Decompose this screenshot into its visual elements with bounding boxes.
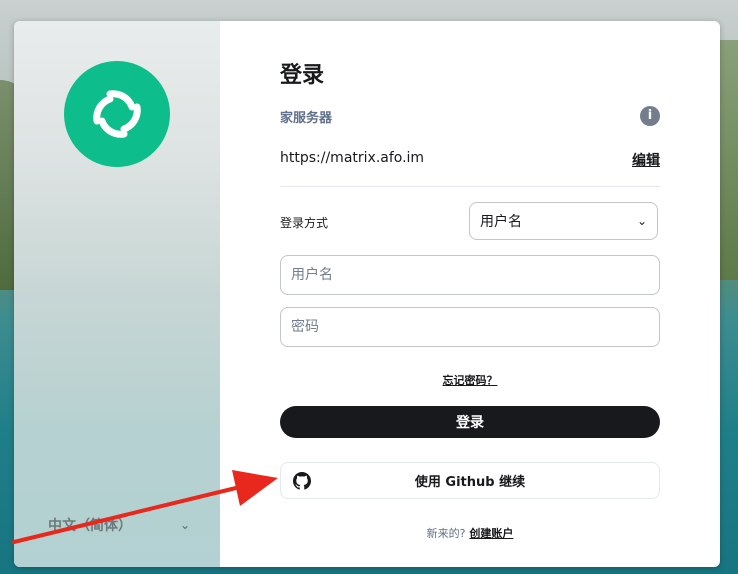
login-method-value: 用户名: [480, 214, 522, 230]
element-logo-icon: [64, 61, 170, 167]
github-sso-button[interactable]: 使用 Github 继续: [280, 462, 660, 499]
login-method-label: 登录方式: [280, 216, 329, 230]
divider: [280, 186, 660, 187]
edit-homeserver-link[interactable]: 编辑: [632, 150, 660, 170]
homeserver-url: https://matrix.afo.im: [280, 150, 425, 166]
github-icon: [293, 472, 311, 490]
language-selector[interactable]: 中文（简体） ⌄: [48, 515, 190, 535]
create-account-row: 新来的? 创建账户: [280, 525, 660, 541]
page-title: 登录: [280, 63, 325, 88]
forgot-password-link[interactable]: 忘记密码？: [280, 372, 660, 388]
new-user-prompt: 新来的?: [426, 527, 466, 540]
background-hill-right: [718, 40, 738, 280]
login-method-select[interactable]: 用户名 ⌄: [469, 202, 658, 240]
password-input[interactable]: [280, 307, 660, 347]
auth-card-side: 中文（简体） ⌄: [14, 21, 220, 567]
chevron-down-icon: ⌄: [636, 214, 647, 228]
info-icon[interactable]: i: [640, 106, 660, 126]
username-input[interactable]: [280, 255, 660, 295]
chevron-down-icon: ⌄: [179, 518, 190, 532]
login-button[interactable]: 登录: [280, 406, 660, 438]
homeserver-label: 家服务器: [280, 111, 333, 126]
language-label: 中文（简体）: [48, 518, 132, 534]
auth-card: 中文（简体） ⌄ 登录 家服务器 i https://matrix.afo.im…: [14, 21, 720, 567]
github-sso-label: 使用 Github 继续: [414, 475, 526, 490]
create-account-link[interactable]: 创建账户: [469, 527, 513, 540]
